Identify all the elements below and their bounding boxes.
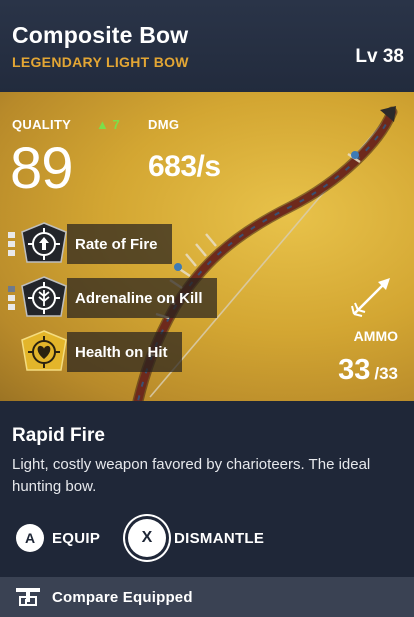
perk-tier-pips <box>8 232 17 256</box>
item-name: Composite Bow <box>12 22 189 48</box>
perk-health-on-hit[interactable]: Health on Hit <box>8 330 182 374</box>
perk-label: Adrenaline on Kill <box>67 278 217 318</box>
adrenaline-icon <box>21 276 67 320</box>
rate-of-fire-icon <box>21 222 67 266</box>
perk-adrenaline-on-kill[interactable]: Adrenaline on Kill <box>8 276 217 320</box>
dismantle-label: DISMANTLE <box>174 529 265 547</box>
perk-label: Health on Hit <box>67 332 182 372</box>
quality-delta-value: 7 <box>112 117 120 132</box>
compare-icon <box>16 588 40 606</box>
item-card: Composite Bow LEGENDARY LIGHT BOW Lv 38 <box>0 0 414 617</box>
ammo-label: AMMO <box>353 328 398 344</box>
compare-equipped-label: Compare Equipped <box>52 588 193 606</box>
ammo-current: 33 <box>338 354 371 386</box>
a-button-icon: A <box>16 524 44 552</box>
item-level: Lv 38 <box>355 46 404 67</box>
arrow-ammo-icon <box>351 278 390 317</box>
quality-label: QUALITY <box>12 117 72 132</box>
health-on-hit-icon <box>21 330 67 374</box>
dismantle-button[interactable]: X DISMANTLE <box>128 519 264 557</box>
item-rarity-type: LEGENDARY LIGHT BOW <box>12 54 189 70</box>
item-preview-panel: QUALITY ▲ 7 89 DMG 683/s Rate of Fire Ad… <box>0 92 414 401</box>
ability-name: Rapid Fire <box>12 425 105 446</box>
triangle-up-icon: ▲ <box>96 117 109 132</box>
dmg-value: 683/s <box>148 150 221 183</box>
equip-button[interactable]: A EQUIP <box>16 524 100 552</box>
equip-label: EQUIP <box>52 529 101 547</box>
ammo-count: 33/33 <box>338 354 398 387</box>
quality-delta: ▲ 7 <box>96 117 120 132</box>
perk-rate-of-fire[interactable]: Rate of Fire <box>8 222 172 266</box>
quality-value: 89 <box>10 136 74 201</box>
perk-tier-pips <box>8 286 17 310</box>
compare-equipped-bar[interactable]: Compare Equipped <box>0 577 414 617</box>
perk-tier-pips <box>8 340 17 364</box>
dmg-label: DMG <box>148 117 180 132</box>
item-description-panel: Rapid Fire Light, costly weapon favored … <box>0 401 414 577</box>
x-button-icon: X <box>128 519 166 557</box>
perk-label: Rate of Fire <box>67 224 172 264</box>
item-header: Composite Bow LEGENDARY LIGHT BOW Lv 38 <box>0 0 414 92</box>
ammo-max: /33 <box>374 364 398 383</box>
item-description: Light, costly weapon favored by chariote… <box>12 456 371 495</box>
